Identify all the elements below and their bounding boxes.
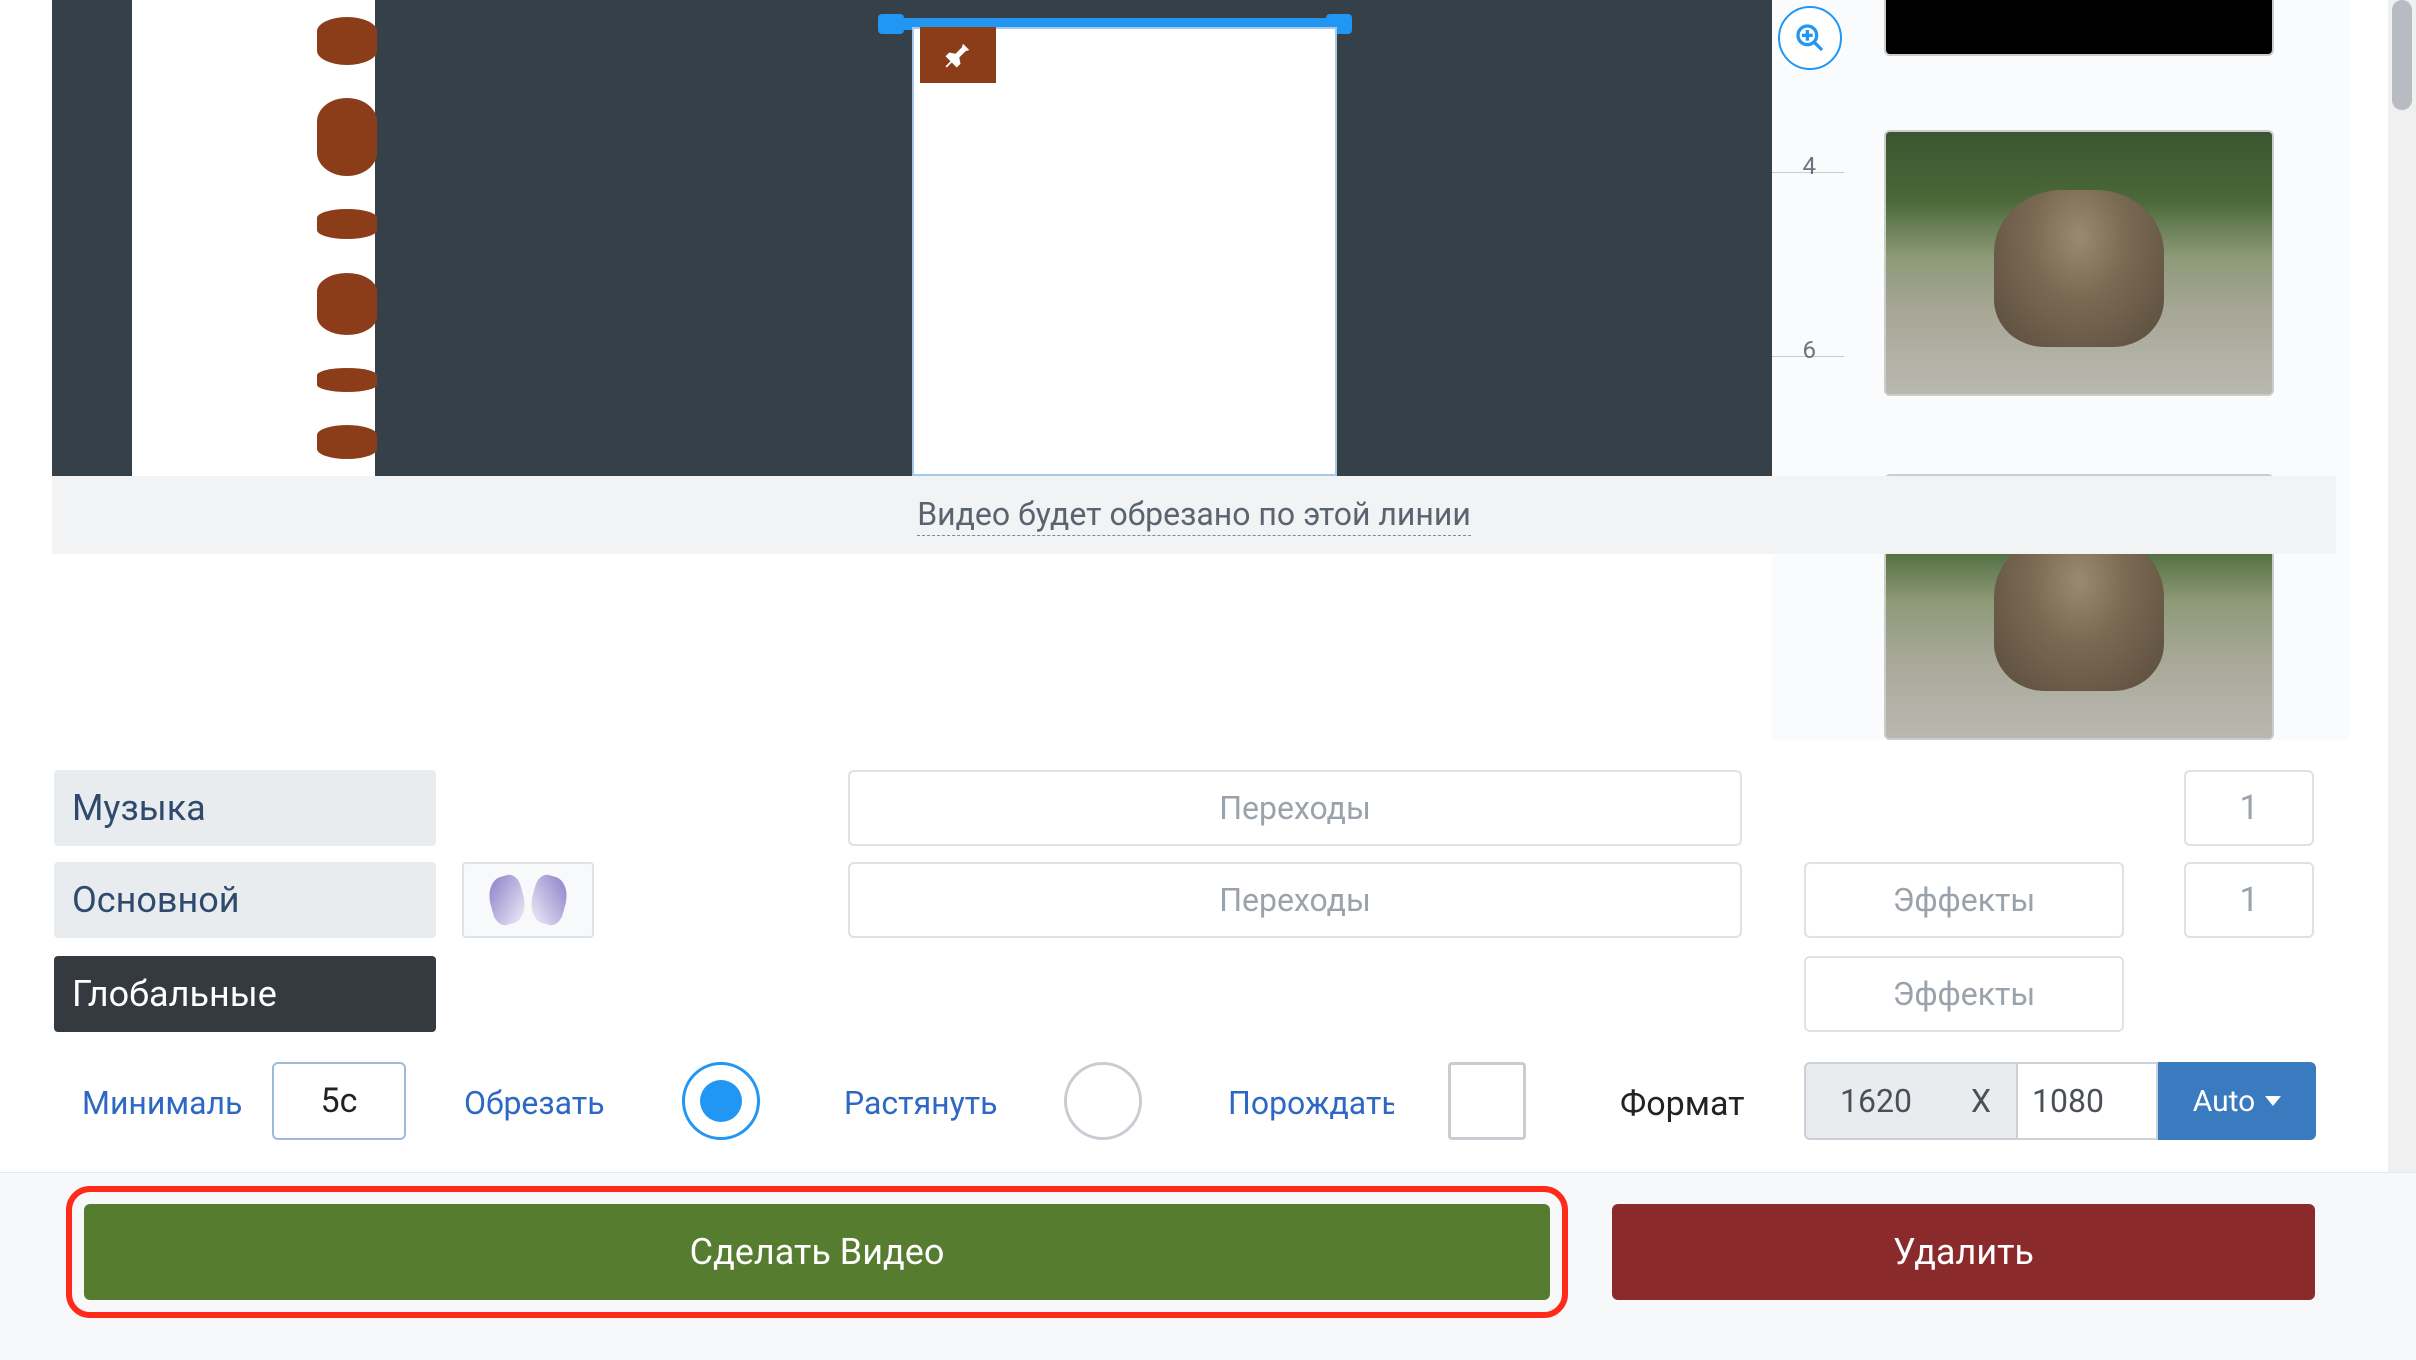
count-music[interactable]: 1 [2184,770,2314,846]
count-main[interactable]: 1 [2184,862,2314,938]
pin-icon[interactable] [920,27,996,83]
butterfly-icon [490,872,566,928]
format-width: 1620 [1804,1062,1946,1140]
format-height-value: 1080 [2032,1082,2104,1120]
min-duration-input[interactable]: 5с [272,1062,406,1140]
page-scrollbar-track [2388,0,2416,1360]
format-height-input[interactable]: 1080 [2016,1062,2158,1140]
page-scrollbar-thumb[interactable] [2392,0,2412,110]
delete-label: Удалить [1893,1231,2034,1273]
timeline-audio-track[interactable] [132,0,375,476]
layer-global-label: Глобальные [72,973,277,1015]
min-duration-value: 5с [321,1081,358,1121]
transitions-input-music[interactable]: Переходы [848,770,1742,846]
audio-waveform [307,0,387,476]
format-auto-dropdown[interactable]: Auto [2158,1062,2316,1140]
layer-global-button[interactable]: Глобальные [54,956,436,1032]
effect-preset-thumbnail[interactable] [462,862,594,938]
generate-mode-label: Порождать [1228,1084,1394,1122]
transitions-input-main[interactable]: Переходы [848,862,1742,938]
crop-mode-label: Обрезать [464,1084,605,1122]
delete-button[interactable]: Удалить [1612,1204,2315,1300]
stretch-mode-label: Растянуть [844,1084,997,1122]
preview-canvas[interactable] [912,27,1337,476]
min-duration-label: Минималь [82,1084,250,1122]
make-video-button[interactable]: Сделать Видео [84,1204,1550,1300]
ruler-tick-6: 6 [1772,336,1822,364]
layer-main-button[interactable]: Основной [54,862,436,938]
crop-mode-radio[interactable] [682,1062,760,1140]
format-label: Формат [1620,1084,1745,1124]
effects-placeholder: Эффекты [1893,881,2036,919]
crop-line-banner: Видео будет обрезано по этой линии [52,476,2336,554]
generate-mode-checkbox[interactable] [1448,1062,1526,1140]
stretch-mode-radio[interactable] [1064,1062,1142,1140]
thumbnail-black[interactable] [1884,0,2274,56]
layer-music-button[interactable]: Музыка [54,770,436,846]
chevron-down-icon [2265,1096,2281,1106]
format-separator: X [1946,1062,2016,1140]
thumbnail-1[interactable] [1884,130,2274,396]
format-auto-label: Auto [2193,1084,2256,1119]
make-video-label: Сделать Видео [690,1231,945,1273]
transitions-placeholder: Переходы [1219,881,1371,919]
effects-placeholder: Эффекты [1893,975,2036,1013]
transitions-placeholder: Переходы [1219,789,1371,827]
ruler-tick-4: 4 [1772,152,1822,180]
layer-music-label: Музыка [72,787,206,829]
effects-button-global[interactable]: Эффекты [1804,956,2124,1032]
zoom-in-button[interactable] [1778,6,1842,70]
crop-line-text: Видео будет обрезано по этой линии [917,495,1471,536]
effects-button-main[interactable]: Эффекты [1804,862,2124,938]
layer-main-label: Основной [72,879,240,921]
